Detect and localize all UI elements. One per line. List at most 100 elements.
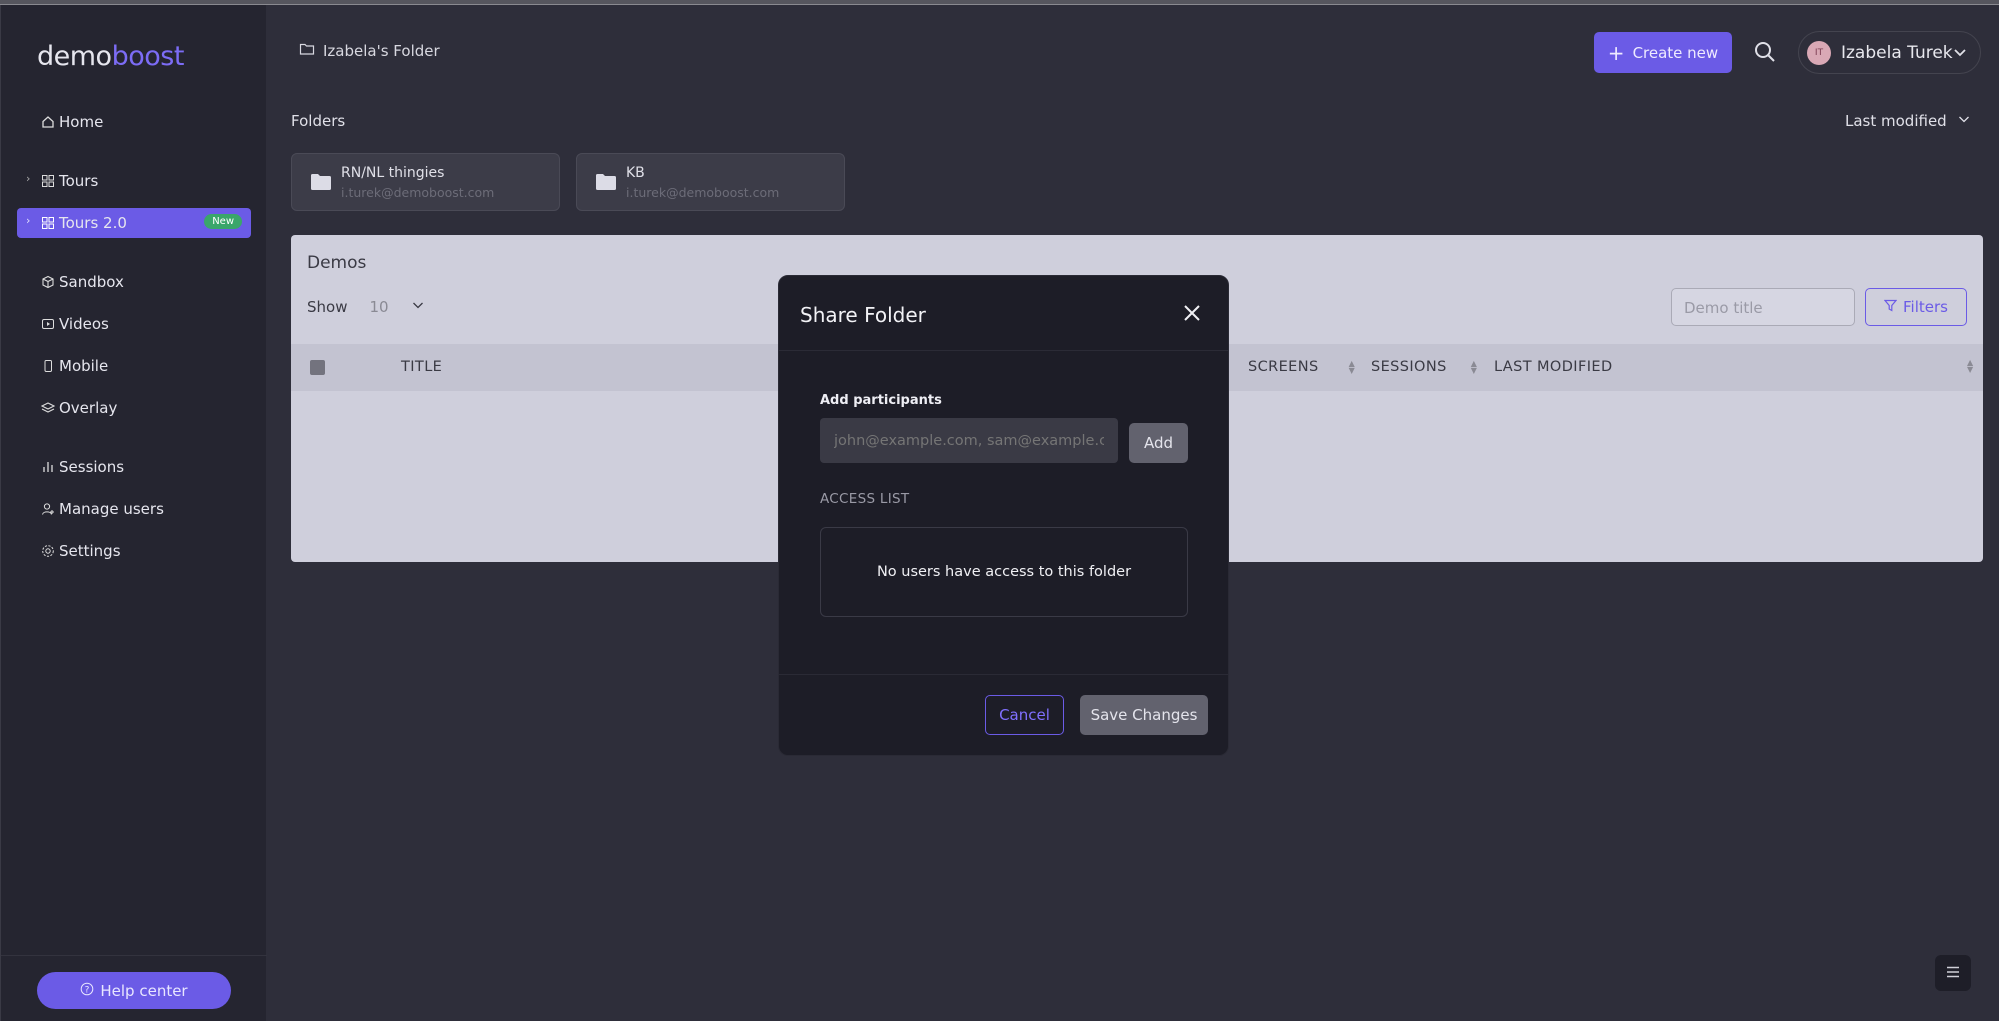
hamburger-icon (1945, 964, 1961, 983)
sidebar-item-manage-users[interactable]: Manage users (17, 494, 251, 524)
sidebar-item-mobile[interactable]: Mobile (17, 351, 251, 381)
help-center-button[interactable]: ? Help center (37, 972, 231, 1009)
add-participants-label: Add participants (820, 393, 942, 408)
user-icon (41, 502, 55, 516)
mobile-icon (41, 359, 55, 373)
svg-text:?: ? (85, 985, 90, 995)
modal-footer-divider (779, 674, 1228, 675)
sidebar-item-sandbox[interactable]: Sandbox (17, 267, 251, 297)
sidebar-item-label: Tours 2.0 (59, 214, 127, 232)
page-size-control: Show 10 (307, 298, 425, 316)
column-last-modified-label: LAST MODIFIED (1494, 359, 1613, 375)
folder-icon (310, 173, 332, 195)
modal-title: Share Folder (800, 303, 926, 327)
column-title[interactable]: TITLE (401, 359, 442, 375)
chevron-right-icon: › (26, 172, 31, 185)
layers-icon (41, 401, 55, 415)
plus-icon: + (1607, 40, 1625, 65)
sidebar-item-sessions[interactable]: Sessions (17, 452, 251, 482)
home-icon (41, 115, 55, 129)
new-badge: New (204, 214, 242, 229)
access-list: No users have access to this folder (820, 527, 1188, 617)
folder-icon (595, 173, 617, 195)
participants-input[interactable] (820, 418, 1118, 463)
breadcrumb: Izabela's Folder (299, 42, 440, 60)
column-title-label: TITLE (401, 359, 443, 375)
sidebar-item-videos[interactable]: Videos (17, 309, 251, 339)
column-sessions[interactable]: SESSIONS ▲ ▼ (1371, 359, 1477, 375)
sort-icon: ▲ ▼ (1967, 358, 1974, 374)
chevron-right-icon: › (26, 214, 31, 227)
filters-label: Filters (1903, 298, 1948, 316)
chevron-down-icon (1957, 112, 1971, 130)
chevron-down-icon[interactable] (411, 298, 425, 316)
folder-owner: i.turek@demoboost.com (341, 185, 495, 200)
sidebar-item-label: Videos (59, 315, 109, 333)
page-size-select[interactable]: 10 (369, 298, 388, 316)
sidebar-item-label: Sessions (59, 458, 125, 476)
folder-card[interactable]: KB i.turek@demoboost.com (576, 153, 845, 211)
gear-icon (41, 544, 55, 558)
sidebar-divider (1, 955, 267, 956)
help-icon: ? (80, 982, 94, 1000)
window-top-border (0, 0, 1999, 5)
avatar: IT (1807, 40, 1831, 65)
sort-icon: ▲ ▼ (1470, 359, 1478, 375)
select-all-checkbox[interactable] (310, 360, 325, 375)
empty-access-message: No users have access to this folder (876, 564, 1132, 580)
logo[interactable]: demoboost (37, 41, 184, 72)
help-center-label: Help center (100, 981, 188, 1000)
user-menu[interactable]: IT Izabela Turek (1798, 31, 1981, 74)
sidebar-item-label: Settings (59, 542, 121, 560)
column-last-modified[interactable]: LAST MODIFIED (1494, 359, 1613, 375)
modal-header: Share Folder (779, 276, 1228, 351)
grid-icon (41, 216, 55, 230)
sort-icon: ▲ ▼ (1348, 359, 1356, 375)
video-icon (41, 317, 55, 331)
bar-chart-icon (41, 460, 55, 474)
sort-dropdown[interactable]: Last modified (1845, 112, 1971, 130)
folder-owner: i.turek@demoboost.com (626, 185, 780, 200)
sidebar-item-label: Tours (59, 172, 99, 190)
sidebar-item-label: Mobile (59, 357, 109, 375)
sidebar: demoboost Home › Tours › Tours 2.0 New S… (0, 5, 267, 1021)
create-new-button[interactable]: + Create new (1594, 32, 1732, 73)
sidebar-item-tours[interactable]: › Tours (17, 166, 251, 196)
filter-icon (1883, 298, 1898, 316)
column-sessions-label: SESSIONS (1371, 359, 1447, 375)
chevron-down-icon (1952, 44, 1968, 65)
create-new-label: Create new (1632, 43, 1719, 62)
demos-heading: Demos (307, 253, 367, 273)
sidebar-item-tours-2[interactable]: › Tours 2.0 New (17, 208, 251, 238)
cube-icon (41, 275, 55, 289)
cancel-button[interactable]: Cancel (985, 695, 1064, 735)
sidebar-item-home[interactable]: Home (17, 107, 251, 137)
folder-name: KB (626, 165, 645, 181)
sidebar-item-label: Manage users (59, 500, 164, 518)
folder-icon (299, 42, 315, 60)
folder-card[interactable]: RN/NL thingies i.turek@demoboost.com (291, 153, 560, 211)
menu-button[interactable] (1935, 955, 1971, 991)
folder-name: RN/NL thingies (341, 165, 445, 181)
sidebar-item-label: Home (59, 113, 104, 131)
search-icon[interactable] (1753, 40, 1777, 68)
folders-heading: Folders (291, 112, 346, 130)
column-screens-label: SCREENS (1248, 359, 1319, 375)
breadcrumb-folder[interactable]: Izabela's Folder (323, 42, 440, 60)
close-icon[interactable] (1182, 303, 1202, 327)
sidebar-item-overlay[interactable]: Overlay (17, 393, 251, 423)
sidebar-item-settings[interactable]: Settings (17, 536, 251, 566)
share-folder-modal: Share Folder Add participants Add ACCESS… (778, 275, 1229, 756)
user-name: Izabela Turek (1841, 42, 1953, 63)
save-changes-button[interactable]: Save Changes (1080, 695, 1208, 735)
grid-icon (41, 174, 55, 188)
column-screens[interactable]: SCREENS ▲ ▼ (1248, 359, 1355, 375)
show-label: Show (307, 298, 348, 316)
filters-button[interactable]: Filters (1865, 288, 1967, 326)
sidebar-item-label: Overlay (59, 399, 118, 417)
access-list-label: ACCESS LIST (820, 491, 910, 507)
sidebar-item-label: Sandbox (59, 273, 124, 291)
demo-title-search-input[interactable]: Demo title (1671, 288, 1855, 326)
sort-label: Last modified (1845, 112, 1947, 130)
add-button[interactable]: Add (1129, 423, 1188, 463)
